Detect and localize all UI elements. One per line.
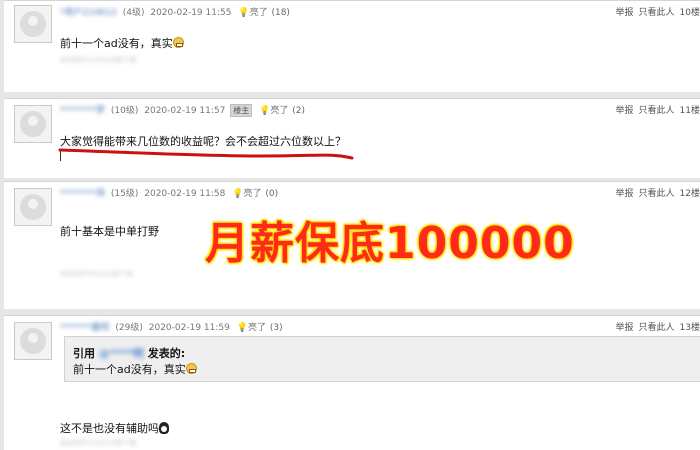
- like-button[interactable]: 💡亮了 (0): [232, 189, 278, 199]
- post-actions: 举报 只看此人 13楼: [611, 320, 700, 333]
- post-content: 这不是也没有辅助吗: [60, 420, 169, 436]
- like-count: (18): [271, 8, 290, 18]
- only-view-link[interactable]: 只看此人: [639, 106, 675, 116]
- post-time: 2020-02-19 11:57: [144, 106, 226, 116]
- grin-emoji-icon: [172, 37, 184, 48]
- overlay-caption: 月薪保底100000: [205, 218, 575, 269]
- reply-post: *******霸吧 (29级) 2020-02-19 11:59 💡亮了 (3)…: [4, 315, 700, 450]
- only-view-link[interactable]: 只看此人: [639, 8, 675, 18]
- user-level: (4级): [122, 8, 145, 18]
- quote-body: 前十一个ad没有，真实: [73, 361, 197, 377]
- post-time: 2020-02-19 11:59: [148, 323, 230, 333]
- like-label: 亮了: [249, 8, 268, 18]
- reply-post: ********梦 (10级) 2020-02-19 11:57 楼主 💡亮了 …: [4, 98, 700, 178]
- like-button[interactable]: 💡亮了 (2): [259, 106, 305, 116]
- quote-header: 引用 @****明 发表的:: [73, 345, 185, 361]
- username-link[interactable]: ********场: [60, 189, 105, 199]
- post-content-text: 这不是也没有辅助吗: [60, 422, 159, 435]
- floor-number: 11楼: [679, 106, 700, 116]
- post-meta: ********场 (15级) 2020-02-19 11:58 💡亮了 (0): [60, 186, 278, 199]
- like-label: 亮了: [243, 189, 262, 199]
- avatar[interactable]: [14, 322, 52, 360]
- username-link[interactable]: *******霸吧: [60, 323, 110, 333]
- post-content: 前十一个ad没有，真实: [60, 35, 184, 51]
- text-cursor: [60, 151, 61, 161]
- like-count: (3): [269, 323, 283, 333]
- lightbulb-icon: 💡: [238, 8, 250, 18]
- quote-block: 引用 @****明 发表的: 前十一个ad没有，真实: [64, 336, 700, 382]
- avatar[interactable]: [14, 105, 52, 143]
- post-content-text: 前十一个ad没有，真实: [60, 37, 173, 50]
- post-time: 2020-02-19 11:55: [150, 8, 232, 18]
- quote-suffix: 发表的:: [147, 347, 186, 360]
- report-link[interactable]: 举报: [616, 8, 634, 18]
- like-button[interactable]: 💡亮了 (18): [238, 8, 290, 18]
- grin-emoji-icon: [185, 363, 197, 374]
- avatar[interactable]: [14, 5, 52, 43]
- user-level: (29级): [115, 323, 143, 333]
- post-actions: 举报 只看此人 12楼: [611, 186, 700, 199]
- post-actions: 举报 只看此人 11楼: [611, 103, 700, 116]
- like-count: (2): [292, 106, 305, 116]
- like-count: (0): [265, 189, 279, 199]
- floor-number: 12楼: [679, 189, 700, 199]
- post-content: 大家觉得能带来几位数的收益呢？会不会超过六位数以上？: [60, 135, 346, 148]
- like-label: 亮了: [270, 106, 289, 116]
- floor-number: 10楼: [679, 8, 700, 18]
- penguin-emoji-icon: [159, 422, 169, 434]
- lightbulb-icon: 💡: [232, 189, 244, 199]
- quoted-username-link[interactable]: @****明: [99, 347, 144, 360]
- post-meta: *用户214612 (4级) 2020-02-19 11:55 💡亮了 (18): [60, 5, 290, 18]
- post-meta: *******霸吧 (29级) 2020-02-19 11:59 💡亮了 (3): [60, 320, 283, 333]
- like-label: 亮了: [247, 323, 266, 333]
- quote-prefix: 引用: [73, 347, 95, 360]
- post-time: 2020-02-19 11:58: [144, 189, 226, 199]
- like-button[interactable]: 💡亮了 (3): [237, 323, 283, 333]
- thread-owner-badge: 楼主: [230, 104, 253, 117]
- reply-post: *用户214612 (4级) 2020-02-19 11:55 💡亮了 (18)…: [4, 0, 700, 92]
- client-tag: 来自虎扑Android客户端: [60, 439, 137, 447]
- lightbulb-icon: 💡: [259, 106, 271, 116]
- report-link[interactable]: 举报: [616, 106, 634, 116]
- only-view-link[interactable]: 只看此人: [639, 189, 675, 199]
- username-link[interactable]: *用户214612: [60, 8, 117, 18]
- report-link[interactable]: 举报: [616, 189, 634, 199]
- username-link[interactable]: ********梦: [60, 106, 105, 116]
- avatar[interactable]: [14, 188, 52, 226]
- post-content: 前十基本是中单打野: [60, 225, 159, 238]
- user-level: (15级): [110, 189, 139, 199]
- floor-number: 13楼: [679, 323, 700, 333]
- only-view-link[interactable]: 只看此人: [639, 323, 675, 333]
- post-meta: ********梦 (10级) 2020-02-19 11:57 楼主 💡亮了 …: [60, 103, 305, 117]
- report-link[interactable]: 举报: [616, 323, 634, 333]
- quote-body-text: 前十一个ad没有，真实: [73, 363, 186, 376]
- user-level: (10级): [110, 106, 139, 116]
- client-tag: 来自虎扑iPhone客户端: [60, 270, 133, 278]
- lightbulb-icon: 💡: [236, 323, 248, 333]
- client-tag: 来自虎扑Android客户端: [60, 56, 137, 64]
- post-actions: 举报 只看此人 10楼: [611, 5, 700, 18]
